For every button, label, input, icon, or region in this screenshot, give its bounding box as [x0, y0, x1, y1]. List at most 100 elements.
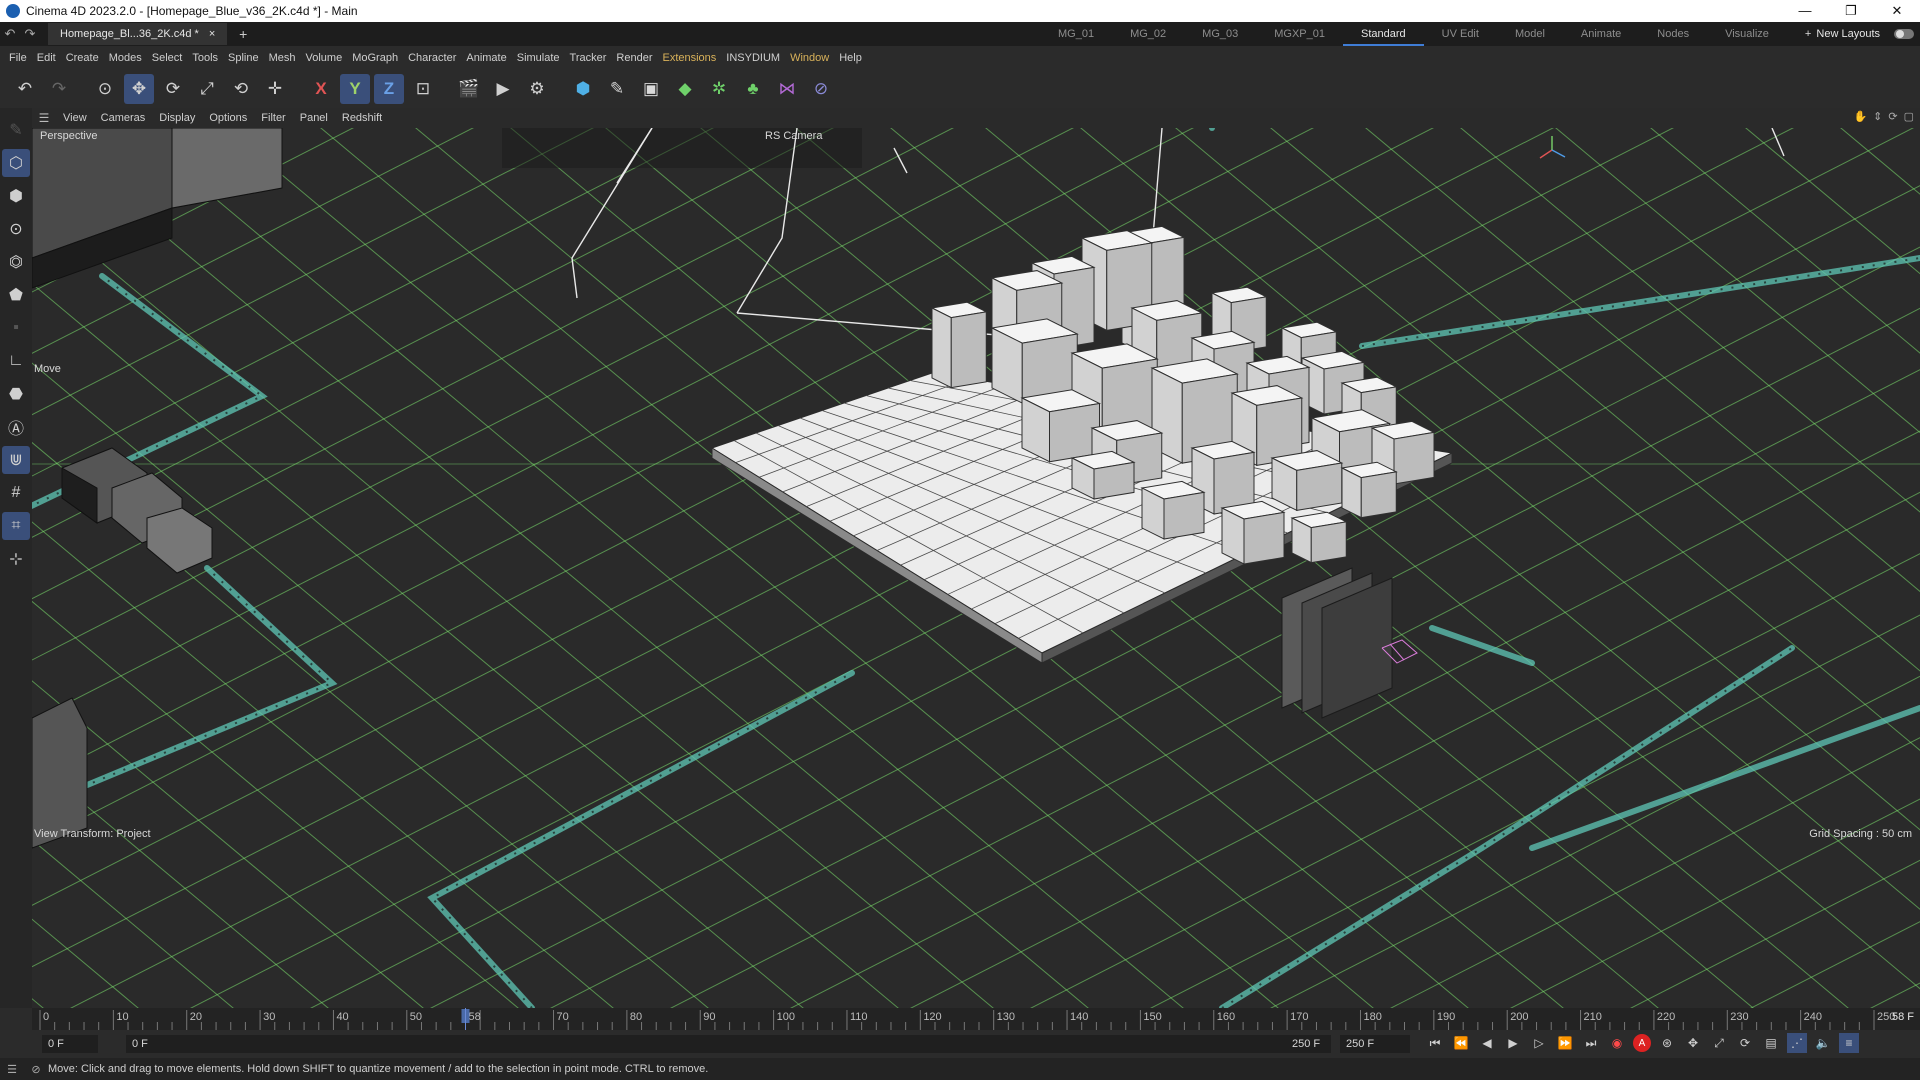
menu-tools[interactable]: Tools [187, 52, 223, 64]
object-mode-icon[interactable]: ⬢ [2, 182, 30, 210]
timeline-ruler[interactable]: 0 10 20 30 40 50 58 70 80 90 100 110 120 130 140 150 160… [32, 1008, 1920, 1030]
sound-icon[interactable]: 🔈 [1813, 1033, 1833, 1053]
scale-key-icon[interactable]: ⤢ [1709, 1033, 1729, 1053]
record-keys-icon[interactable]: ◉ [1607, 1033, 1627, 1053]
viewport-menu-display[interactable]: Display [152, 112, 202, 124]
render-picture-viewer-icon[interactable]: ▶ [488, 74, 518, 104]
scale-tool-icon[interactable]: ⤢ [192, 74, 222, 104]
subdivision-icon[interactable]: ▣ [636, 74, 666, 104]
restore-button[interactable]: ❐ [1828, 3, 1874, 19]
viewport-menu-view[interactable]: View [56, 112, 94, 124]
layout-toggle[interactable] [1894, 29, 1914, 39]
grid-snap-icon[interactable]: # [2, 479, 30, 507]
render-view-icon[interactable]: 🎬 [454, 74, 484, 104]
move-tool-icon[interactable]: ✥ [124, 74, 154, 104]
menu-character[interactable]: Character [403, 52, 461, 64]
layout-tab-mg-02[interactable]: MG_02 [1112, 22, 1184, 46]
deformer-icon[interactable]: ⋈ [772, 74, 802, 104]
x-axis-lock-button[interactable]: X [306, 74, 336, 104]
redo-icon[interactable]: ↷ [20, 26, 40, 42]
coordinate-system-icon[interactable]: ⊡ [408, 74, 438, 104]
uv-mode-icon[interactable]: ▪ [2, 314, 30, 342]
align-workplane-icon[interactable]: ⊹ [2, 545, 30, 573]
next-key-icon[interactable]: ⏩ [1555, 1033, 1575, 1053]
previous-key-icon[interactable]: ⏪ [1451, 1033, 1471, 1053]
go-to-start-icon[interactable]: ⏮ [1425, 1033, 1445, 1053]
go-to-end-icon[interactable]: ⏭ [1581, 1033, 1601, 1053]
menu-mograph[interactable]: MoGraph [347, 52, 403, 64]
rotate-tool-icon[interactable]: ⟳ [158, 74, 188, 104]
orbit-icon[interactable]: ⟳ [1888, 110, 1897, 123]
document-tab[interactable]: Homepage_Bl...36_2K.c4d * × [48, 23, 228, 45]
layout-tab-animate[interactable]: Animate [1563, 22, 1639, 46]
transform-tool-icon[interactable]: ⟲ [226, 74, 256, 104]
layout-tab-visualize[interactable]: Visualize [1707, 22, 1787, 46]
polygons-mode-icon[interactable]: ⬟ [2, 281, 30, 309]
maximize-viewport-icon[interactable]: ▢ [1904, 110, 1914, 123]
autokey-button[interactable]: A [1633, 1034, 1651, 1052]
viewport-menu-panel[interactable]: Panel [293, 112, 335, 124]
layout-tab-standard[interactable]: Standard [1342, 22, 1424, 46]
mograph-effector-icon[interactable]: ♣ [738, 74, 768, 104]
timeline-options-icon[interactable]: ≡ [1839, 1033, 1859, 1053]
next-frame-icon[interactable]: ▷ [1529, 1033, 1549, 1053]
menu-animate[interactable]: Animate [461, 52, 511, 64]
light-tag-icon[interactable]: ⊘ [806, 74, 836, 104]
menu-spline[interactable]: Spline [223, 52, 264, 64]
spline-pen-icon[interactable]: ✎ [602, 74, 632, 104]
redo-icon[interactable]: ↷ [44, 74, 74, 104]
tweak-mode-icon[interactable]: Ⓐ [2, 413, 30, 441]
menu-volume[interactable]: Volume [301, 52, 348, 64]
pan-icon[interactable]: ✋ [1853, 110, 1867, 123]
3d-viewport[interactable]: Perspective RS Camera Move View Transfor… [32, 128, 1920, 1008]
selection-tool-icon[interactable]: ⊙ [90, 74, 120, 104]
keyframe-selection-icon[interactable]: ⊛ [1657, 1033, 1677, 1053]
undo-icon[interactable]: ↶ [10, 74, 40, 104]
add-tab-button[interactable]: + [233, 26, 253, 42]
model-mode-icon[interactable]: ⬡ [2, 149, 30, 177]
previous-frame-icon[interactable]: ◀ [1477, 1033, 1497, 1053]
snap-icon[interactable]: ⋓ [2, 446, 30, 474]
close-tab-icon[interactable]: × [209, 23, 215, 45]
cloner-icon[interactable]: ✲ [704, 74, 734, 104]
layout-tab-model[interactable]: Model [1497, 22, 1563, 46]
menu-insydium[interactable]: INSYDIUM [721, 52, 785, 64]
menu-tracker[interactable]: Tracker [565, 52, 612, 64]
layout-tab-uv-edit[interactable]: UV Edit [1424, 22, 1497, 46]
menu-render[interactable]: Render [611, 52, 657, 64]
rotation-key-icon[interactable]: ⟳ [1735, 1033, 1755, 1053]
viewport-menu-redshift[interactable]: Redshift [335, 112, 389, 124]
viewport-menu-icon[interactable]: ☰ [32, 111, 56, 125]
viewport-menu-options[interactable]: Options [202, 112, 254, 124]
layout-tab-mg-03[interactable]: MG_03 [1184, 22, 1256, 46]
point-level-animation-icon[interactable]: ⋰ [1787, 1033, 1807, 1053]
camera-label[interactable]: RS Camera [765, 130, 822, 142]
parameter-key-icon[interactable]: ▤ [1761, 1033, 1781, 1053]
y-axis-lock-button[interactable]: Y [340, 74, 370, 104]
z-axis-lock-button[interactable]: Z [374, 74, 404, 104]
menu-extensions[interactable]: Extensions [657, 52, 721, 64]
end-frame-field[interactable]: 250 F [1340, 1035, 1410, 1053]
quantize-icon[interactable]: ⌗ [2, 512, 30, 540]
dolly-icon[interactable]: ⇕ [1873, 110, 1882, 123]
position-key-icon[interactable]: ✥ [1683, 1033, 1703, 1053]
points-mode-icon[interactable]: ⊙ [2, 215, 30, 243]
close-button[interactable]: ✕ [1874, 3, 1920, 19]
menu-file[interactable]: File [4, 52, 32, 64]
edit-mode-icon[interactable]: ✎ [2, 116, 30, 144]
placement-tool-icon[interactable]: ✛ [260, 74, 290, 104]
current-frame-field[interactable]: 0 F [126, 1035, 1331, 1053]
layout-tab-mg-01[interactable]: MG_01 [1040, 22, 1112, 46]
menu-create[interactable]: Create [61, 52, 104, 64]
undo-icon[interactable]: ↶ [0, 26, 20, 42]
layout-tab-mgxp-01[interactable]: MGXP_01 [1256, 22, 1343, 46]
start-frame-field[interactable]: 0 F [42, 1035, 98, 1053]
menu-modes[interactable]: Modes [104, 52, 147, 64]
menu-icon[interactable]: ☰ [0, 1063, 24, 1076]
menu-select[interactable]: Select [147, 52, 188, 64]
menu-window[interactable]: Window [785, 52, 834, 64]
viewport-menu-filter[interactable]: Filter [254, 112, 292, 124]
minimize-button[interactable]: — [1782, 3, 1828, 19]
render-settings-icon[interactable]: ⚙ [522, 74, 552, 104]
menu-simulate[interactable]: Simulate [512, 52, 565, 64]
